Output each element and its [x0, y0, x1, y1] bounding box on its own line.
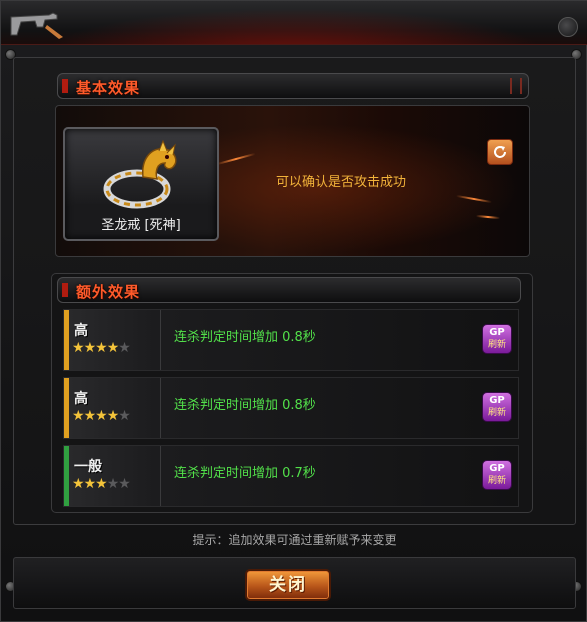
- star-filled-icon: ★: [72, 408, 85, 424]
- basic-effect-header: 基本效果: [57, 73, 529, 99]
- gp-refresh-button[interactable]: GP 刷新: [482, 460, 512, 490]
- grade-accent: [64, 446, 69, 506]
- row-divider: [160, 446, 161, 506]
- grade-label: 一般: [74, 459, 102, 475]
- star-filled-icon: ★: [95, 408, 108, 424]
- star-filled-icon: ★: [106, 408, 120, 424]
- item-name: 圣龙戒 [死神]: [101, 218, 181, 233]
- gun-icon: [10, 12, 63, 39]
- extra-effect-text: 连杀判定时间增加 0.8秒: [174, 330, 316, 345]
- row-divider: [160, 378, 161, 438]
- grade-accent: [64, 310, 69, 370]
- star-empty-icon: ★: [118, 476, 131, 492]
- header-accent-bar: [62, 283, 68, 297]
- basic-effect-text: 可以确认是否攻击成功: [275, 175, 406, 190]
- close-button[interactable]: 关闭: [245, 569, 331, 601]
- spark-decoration: [475, 214, 501, 220]
- extra-effect-text: 连杀判定时间增加 0.8秒: [174, 398, 316, 413]
- refresh-label: 刷新: [487, 476, 506, 486]
- spark-decoration: [456, 194, 492, 204]
- grade-accent: [64, 378, 69, 438]
- star-filled-icon: ★: [72, 476, 85, 492]
- extra-effect-title: 额外效果: [76, 283, 141, 301]
- extra-effect-header: 额外效果: [57, 277, 521, 303]
- star-filled-icon: ★: [83, 340, 97, 356]
- star-filled-icon: ★: [95, 476, 108, 492]
- hint-text: 提示：追加效果可通过重新赋予来变更: [192, 533, 397, 547]
- grade-label: 高: [74, 391, 88, 407]
- grade-label: 高: [74, 323, 88, 339]
- extra-effect-row: 一般 ★★★★★ 连杀判定时间增加 0.7秒 GP 刷新: [63, 445, 519, 507]
- gp-refresh-button[interactable]: GP 刷新: [482, 392, 512, 422]
- basic-effect-title: 基本效果: [76, 79, 141, 97]
- star-empty-icon: ★: [118, 408, 131, 424]
- star-rating: ★★★★★: [72, 408, 131, 424]
- title-bar: [1, 1, 587, 45]
- star-filled-icon: ★: [72, 340, 85, 356]
- refresh-icon: [494, 146, 506, 158]
- close-icon[interactable]: [558, 17, 578, 37]
- star-empty-icon: ★: [118, 340, 131, 356]
- refresh-label: 刷新: [487, 408, 506, 418]
- header-endcap: [510, 78, 522, 94]
- refresh-label: 刷新: [487, 340, 506, 350]
- star-filled-icon: ★: [95, 340, 108, 356]
- star-empty-icon: ★: [106, 476, 120, 492]
- star-rating: ★★★★★: [72, 340, 131, 356]
- star-filled-icon: ★: [83, 476, 97, 492]
- item-card[interactable]: 圣龙戒 [死神]: [63, 127, 219, 241]
- extra-effect-row: 高 ★★★★★ 连杀判定时间增加 0.8秒 GP 刷新: [63, 377, 519, 439]
- extra-effect-text: 连杀判定时间增加 0.7秒: [174, 466, 316, 481]
- gp-label: GP: [489, 327, 505, 338]
- extra-effect-row: 高 ★★★★★ 连杀判定时间增加 0.8秒 GP 刷新: [63, 309, 519, 371]
- gp-refresh-button[interactable]: GP 刷新: [482, 324, 512, 354]
- gp-label: GP: [489, 463, 505, 474]
- refresh-button[interactable]: [487, 139, 513, 165]
- item-effect-window: 基本效果 圣龙戒 [死神] 可以确认是否攻击成功 额外效果 高 ★★★★★ 连杀…: [0, 0, 587, 622]
- spark-decoration: [216, 152, 256, 166]
- row-divider: [160, 310, 161, 370]
- header-accent-bar: [62, 79, 68, 93]
- star-rating: ★★★★★: [72, 476, 131, 492]
- star-filled-icon: ★: [106, 340, 120, 356]
- dragon-ring-icon: [103, 139, 177, 209]
- gp-label: GP: [489, 395, 505, 406]
- star-filled-icon: ★: [83, 408, 97, 424]
